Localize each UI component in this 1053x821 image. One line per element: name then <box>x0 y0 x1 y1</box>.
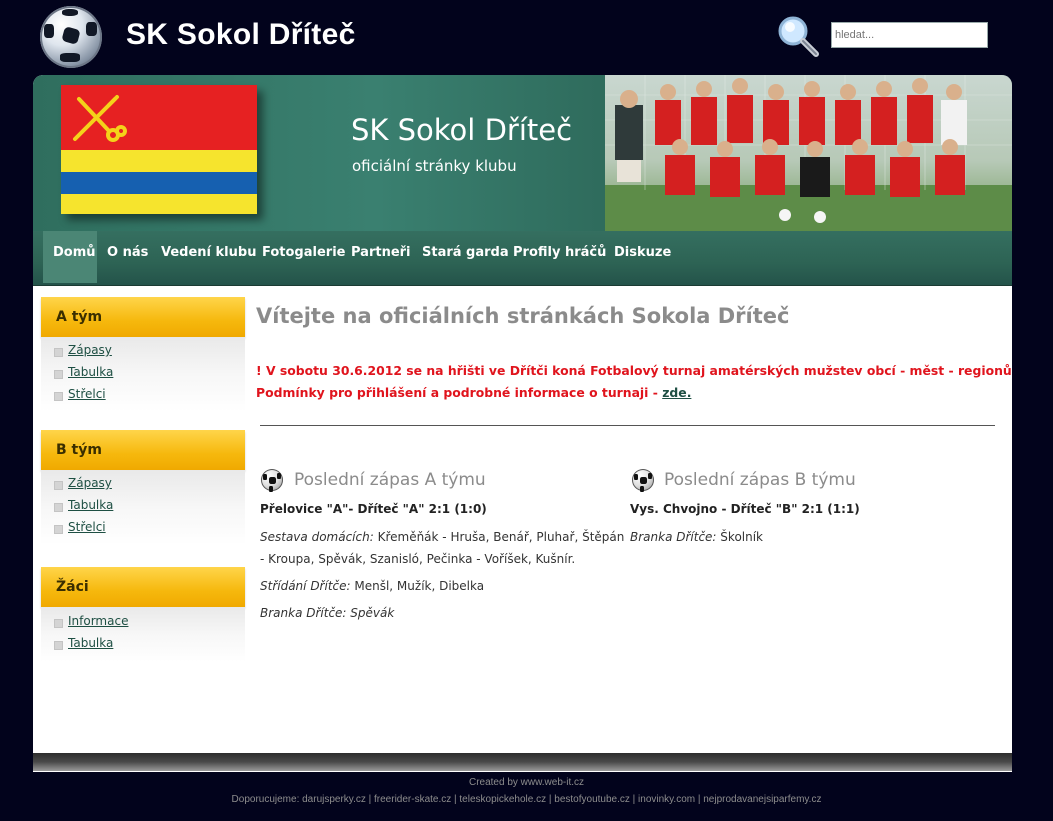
nav-item-fotogalerie[interactable]: Fotogalerie <box>262 231 345 283</box>
football-icon <box>261 469 283 491</box>
bullet-icon <box>54 641 63 650</box>
team-photo <box>605 75 1012 231</box>
bullet-icon <box>54 370 63 379</box>
club-flag <box>61 85 257 214</box>
bullet-icon <box>54 503 63 512</box>
sidebar-list-a-team: Zápasy Tabulka Střelci <box>41 337 245 412</box>
nav-item-profily-hracu[interactable]: Profily hráčů <box>513 231 606 283</box>
last-match-b-score: Vys. Chvojno - Dříteč "B" 2:1 (1:1) <box>630 502 860 516</box>
sidebar-heading-youth: Žáci <box>41 567 245 607</box>
sidebar-heading-a-team: A tým <box>41 297 245 337</box>
nav-item-o-nas[interactable]: O nás <box>107 231 148 283</box>
nav-item-partneri[interactable]: Partneři <box>351 231 411 283</box>
banner: SK Sokol Dříteč oficiální stránky klubu <box>33 75 1012 233</box>
last-match-a-goals: Branka Dřítče: Spěvák <box>260 606 395 620</box>
nav-item-vedeni-klubu[interactable]: Vedení klubu <box>161 231 256 283</box>
last-match-a-heading: Poslední zápas A týmu <box>294 470 486 490</box>
tournament-notice: ! V sobotu 30.6.2012 se na hřišti ve Dří… <box>256 363 1012 378</box>
bullet-icon <box>54 619 63 628</box>
last-match-a-lineup: Sestava domácích: Křeměňák - Hruša, Bená… <box>260 530 625 544</box>
last-match-b-goals: Branka Dřítče: Školník <box>630 530 764 544</box>
content-divider <box>260 425 995 426</box>
main-nav: Domů O nás Vedení klubu Fotogalerie Part… <box>33 231 1012 286</box>
nav-item-stara-garda[interactable]: Stará garda <box>422 231 509 283</box>
search-input[interactable] <box>831 22 988 48</box>
page-title: Vítejte na oficiálních stránkách Sokola … <box>256 304 790 328</box>
footer-bar <box>33 753 1012 771</box>
search-icon[interactable] <box>776 14 820 58</box>
bullet-icon <box>54 392 63 401</box>
top-bar: SK Sokol Dříteč <box>0 0 1053 76</box>
nav-item-diskuze[interactable]: Diskuze <box>614 231 671 283</box>
bullet-icon <box>54 525 63 534</box>
sidebar-heading-b-team: B tým <box>41 430 245 470</box>
last-match-b-heading: Poslední zápas B týmu <box>664 470 856 490</box>
crossed-keys-emblem-icon <box>73 95 127 142</box>
site-title[interactable]: SK Sokol Dříteč <box>126 18 356 52</box>
last-match-a-subs: Střídání Dřítče: Menšl, Mužík, Dibelka <box>260 579 485 593</box>
banner-title: SK Sokol Dříteč <box>351 113 573 147</box>
last-match-a-score: Přelovice "A"- Dříteč "A" 2:1 (1:0) <box>260 502 487 516</box>
last-match-a-lineup-cont: - Kroupa, Spěvák, Szanisló, Pečinka - Vo… <box>260 552 576 566</box>
footer-links[interactable]: Doporucujeme: darujsperky.cz | freerider… <box>0 794 1053 805</box>
football-icon <box>632 469 654 491</box>
bullet-icon <box>54 481 63 490</box>
tournament-details-link[interactable]: zde. <box>662 385 691 400</box>
footer-credit[interactable]: Created by www.web-it.cz <box>0 777 1053 788</box>
tournament-notice-details: Podmínky pro přihlášení a podrobné infor… <box>256 385 692 400</box>
sidebar-list-youth: Informace Tabulka <box>41 607 245 662</box>
banner-subtitle: oficiální stránky klubu <box>352 157 517 175</box>
football-logo-icon[interactable] <box>40 6 102 68</box>
bullet-icon <box>54 348 63 357</box>
nav-item-domu[interactable]: Domů <box>43 231 97 283</box>
sidebar-list-b-team: Zápasy Tabulka Střelci <box>41 470 245 545</box>
page-container: SK Sokol Dříteč oficiální stránky klubu <box>33 75 1012 772</box>
